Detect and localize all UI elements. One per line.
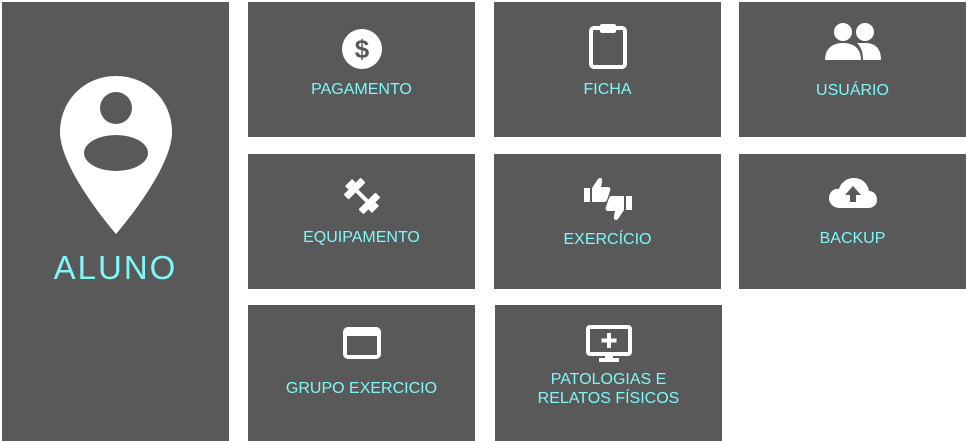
dumbbell-icon: [343, 178, 380, 214]
tile-patologias-label-line1: PATOLOGIAS E: [550, 371, 667, 388]
clipboard-icon: [588, 24, 627, 69]
user-location-pin-icon: [59, 76, 172, 234]
tile-patologias[interactable]: PATOLOGIAS E RELATOS FÍSICOS: [495, 305, 722, 441]
tile-ficha-label: FICHA: [583, 81, 632, 98]
tile-pagamento[interactable]: $ PAGAMENTO: [248, 2, 475, 137]
tile-backup-label: BACKUP: [819, 230, 886, 247]
tile-equipamento[interactable]: EQUIPAMENTO: [248, 154, 475, 289]
users-icon: [824, 23, 881, 60]
tile-usuario-label: USUÁRIO: [816, 82, 889, 99]
tile-grupo-exercicio-label: GRUPO EXERCICIO: [285, 380, 438, 397]
tile-backup[interactable]: BACKUP: [739, 154, 966, 289]
tile-ficha[interactable]: FICHA: [494, 2, 721, 137]
tile-exercicio-label: EXERCÍCIO: [563, 231, 652, 248]
tile-pagamento-label: PAGAMENTO: [311, 81, 412, 98]
aluno-label: ALUNO: [53, 249, 178, 286]
thumbs-up-down-icon: [583, 178, 632, 220]
svg-text:$: $: [354, 34, 369, 64]
window-icon: [342, 327, 381, 359]
tile-usuario[interactable]: USUÁRIO: [739, 2, 966, 137]
cloud-upload-icon: [828, 178, 877, 208]
tile-equipamento-label: EQUIPAMENTO: [303, 229, 420, 246]
tile-patologias-label: PATOLOGIAS E RELATOS FÍSICOS: [495, 370, 722, 408]
tile-grupo-exercicio[interactable]: GRUPO EXERCICIO: [248, 305, 475, 441]
tile-exercicio[interactable]: EXERCÍCIO: [494, 154, 721, 289]
tile-patologias-label-line2: RELATOS FÍSICOS: [537, 390, 680, 407]
aluno-tile[interactable]: ALUNO: [2, 2, 229, 441]
dollar-coin-icon: $: [341, 29, 382, 69]
monitor-plus-icon: [585, 325, 632, 362]
